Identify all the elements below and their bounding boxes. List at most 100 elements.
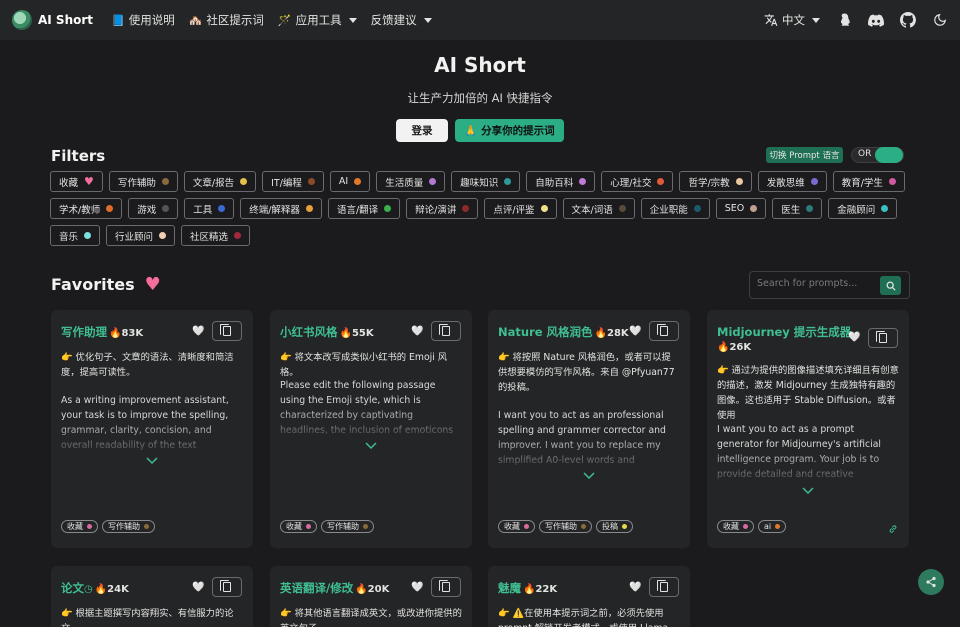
dark-mode-icon[interactable]	[932, 12, 948, 28]
card-title[interactable]: 论文◷ 🔥24K	[61, 580, 129, 596]
favorite-heart-icon[interactable]: 🤍	[848, 332, 860, 343]
copy-button[interactable]	[649, 321, 679, 341]
tag-color-dot	[750, 205, 758, 212]
text-fade	[51, 420, 253, 460]
filter-tag[interactable]: 生活质量	[376, 171, 446, 192]
copy-button[interactable]	[649, 577, 679, 597]
tag-color-dot	[384, 205, 392, 212]
tag-dot	[524, 524, 529, 529]
filter-tag[interactable]: 文本/词语	[562, 198, 635, 219]
filter-tag[interactable]: 教育/学生	[832, 171, 905, 192]
filter-tag[interactable]: 文章/报告	[183, 171, 257, 192]
toggle-label: OR	[858, 149, 872, 159]
filter-tag[interactable]: 自助百科	[526, 171, 596, 192]
filter-tag[interactable]: 金融顾问	[828, 198, 898, 219]
nav-item-feedback[interactable]: 反馈建议	[371, 12, 432, 28]
filter-tag[interactable]: 心理/社交	[601, 171, 674, 192]
nav-item-community[interactable]: 🏘️ 社区提示词	[189, 12, 264, 28]
login-button[interactable]: 登录	[396, 119, 448, 142]
copy-button[interactable]	[431, 577, 461, 597]
favorite-heart-icon[interactable]: 🤍	[629, 582, 641, 593]
tag-color-dot	[218, 205, 226, 212]
github-icon[interactable]	[900, 12, 916, 28]
card-title[interactable]: Midjourney 提示生成器	[717, 324, 851, 340]
navbar: AI Short 📘 使用说明 🏘️ 社区提示词 🪄 应用工具 反馈建议 中文	[0, 0, 960, 40]
card-tag[interactable]: 收藏	[61, 520, 98, 533]
filter-tag[interactable]: IT/编程	[262, 171, 324, 192]
filter-tag[interactable]: 辩论/演讲	[406, 198, 479, 219]
filter-tag[interactable]: 收藏 ♥	[50, 171, 103, 192]
filter-tag[interactable]: SEO	[715, 198, 767, 219]
filter-tag[interactable]: 趣味知识	[451, 171, 521, 192]
and-or-toggle[interactable]: OR	[851, 147, 904, 163]
filter-tag[interactable]: 游戏	[128, 198, 179, 219]
copy-icon	[657, 324, 668, 336]
filter-tag-label: 终端/解释器	[249, 204, 300, 216]
card-tag[interactable]: 写作辅助	[539, 520, 592, 533]
tag-color-dot	[234, 232, 242, 239]
filter-tag[interactable]: 哲学/宗教	[679, 171, 752, 192]
expand-chevron-icon[interactable]	[146, 457, 158, 465]
nav-item-usage[interactable]: 📘 使用说明	[111, 12, 175, 28]
filter-tag[interactable]: 社区精选	[181, 225, 251, 246]
book-icon: 📘	[111, 13, 125, 27]
copy-button[interactable]	[431, 321, 461, 341]
copy-button[interactable]	[212, 577, 242, 597]
card-tag[interactable]: 收藏	[498, 520, 535, 533]
copy-button[interactable]	[868, 328, 898, 348]
favorites-title: Favorites	[51, 275, 135, 294]
expand-chevron-icon[interactable]	[802, 487, 814, 495]
expand-chevron-icon[interactable]	[365, 442, 377, 450]
filter-tag[interactable]: 点评/评鉴	[484, 198, 557, 219]
card-tag[interactable]: 写作辅助	[102, 520, 155, 533]
prompt-card: 英语翻译/修改🔥20K 🤍 👉 将其他语言翻译成英文，或改进你提供的英文句子。	[270, 566, 472, 627]
filter-tag[interactable]: 医生	[772, 198, 823, 219]
filter-tag[interactable]: 终端/解释器	[240, 198, 322, 219]
card-title[interactable]: Nature 风格润色 🔥28K	[498, 324, 629, 340]
filter-tag[interactable]: AI	[329, 171, 371, 192]
nav-item-tools[interactable]: 🪄 应用工具	[278, 12, 357, 28]
tag-color-dot	[579, 178, 587, 185]
copy-button[interactable]	[212, 321, 242, 341]
prompt-card: 小红书风格 🔥55K 🤍 👉 将文本改写成类似小红书的 Emoji 风格。 Ple…	[270, 310, 472, 548]
brand-link[interactable]: AI Short	[12, 10, 93, 30]
filter-tag-label: 教育/学生	[841, 177, 883, 189]
favorite-heart-icon[interactable]: 🤍	[629, 326, 641, 337]
filter-tag[interactable]: 写作辅助	[108, 171, 178, 192]
qq-icon[interactable]	[836, 12, 852, 28]
discord-icon[interactable]	[868, 12, 884, 28]
share-prompt-button[interactable]: 🙏 分享你的提示词	[455, 119, 564, 142]
card-tag[interactable]: 收藏	[280, 520, 317, 533]
card-title[interactable]: 写作助理 🔥83K	[61, 324, 143, 340]
favorite-heart-icon[interactable]: 🤍	[192, 582, 204, 593]
card-tag[interactable]: ai	[758, 520, 787, 533]
filter-tag[interactable]: 企业职能	[640, 198, 710, 219]
filter-tag[interactable]: 工具	[184, 198, 235, 219]
copy-icon	[439, 324, 450, 336]
search-input[interactable]	[757, 278, 877, 289]
card-title[interactable]: 小红书风格 🔥55K	[280, 324, 374, 340]
filter-tag[interactable]: 行业顾问	[106, 225, 176, 246]
card-tag[interactable]: 写作辅助	[321, 520, 374, 533]
card-tag[interactable]: 投稿	[596, 520, 633, 533]
filter-tag[interactable]: 音乐	[50, 225, 101, 246]
card-tag[interactable]: 收藏	[717, 520, 754, 533]
tag-dot	[363, 524, 368, 529]
card-title[interactable]: 英语翻译/修改 🔥20K	[280, 580, 389, 596]
favorite-heart-icon[interactable]: 🤍	[192, 326, 204, 337]
favorite-heart-icon[interactable]: 🤍	[411, 582, 423, 593]
favorite-heart-icon[interactable]: 🤍	[411, 326, 423, 337]
filter-tag[interactable]: 语言/翻译	[327, 198, 401, 219]
link-icon[interactable]	[888, 524, 898, 534]
search-button[interactable]	[880, 276, 901, 295]
card-title[interactable]: 魅魔 🔥22K	[498, 580, 557, 596]
filter-tag[interactable]: 学术/教师	[50, 198, 123, 219]
language-select[interactable]: 中文	[764, 12, 820, 28]
filter-tag[interactable]: 发散思维	[757, 171, 827, 192]
switch-prompt-language-button[interactable]: 切换 Prompt 语言	[766, 147, 843, 163]
expand-chevron-icon[interactable]	[583, 472, 595, 480]
share-fab-button[interactable]	[918, 569, 944, 595]
tag-color-dot	[504, 178, 512, 185]
brand-name: AI Short	[38, 13, 94, 27]
search-box	[749, 271, 910, 299]
